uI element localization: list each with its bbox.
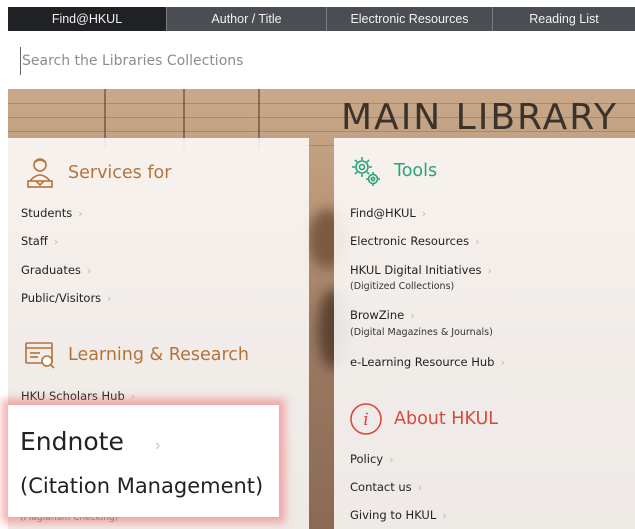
monitor-search-icon [20, 335, 60, 375]
tools-panel: Tools Find@HKUL › Electronic Resources › H… [334, 138, 635, 529]
link-find-hkul[interactable]: Find@HKUL › [350, 206, 426, 220]
search-input[interactable] [20, 47, 604, 75]
endnote-callout[interactable]: Endnote › (Citation Management) [8, 405, 279, 517]
link-staff[interactable]: Staff › [21, 234, 58, 248]
link-browzine[interactable]: BrowZine › [350, 308, 415, 322]
gears-icon [346, 151, 386, 191]
link-e-learning-resource-hub[interactable]: e-Learning Resource Hub › [350, 355, 505, 369]
tools-heading: Tools [346, 151, 437, 191]
tools-heading-label: Tools [394, 161, 438, 181]
about-heading: i About HKUL [346, 399, 498, 439]
learning-heading-label: Learning & Research [68, 345, 250, 365]
main-library-sign: MAIN LIBRARY [341, 97, 618, 138]
browzine-sub: (Digital Magazines & Journals) [350, 327, 493, 338]
chevron-right-icon: › [155, 437, 161, 454]
services-heading-label: Services for [68, 163, 172, 183]
services-heading: Services for [20, 153, 171, 193]
search-bar [8, 31, 635, 90]
digital-initiatives-sub: (Digitized Collections) [350, 281, 455, 292]
link-contact-us[interactable]: Contact us › [350, 480, 422, 494]
about-heading-label: About HKUL [394, 409, 499, 429]
svg-text:i: i [363, 410, 368, 430]
search-tabs: Find@HKUL Author / Title Electronic Reso… [8, 7, 635, 31]
link-electronic-resources[interactable]: Electronic Resources › [350, 234, 479, 248]
tab-find-hkul[interactable]: Find@HKUL [8, 7, 166, 31]
link-policy[interactable]: Policy › [350, 452, 394, 466]
link-public-visitors[interactable]: Public/Visitors › [21, 291, 112, 305]
info-icon: i [346, 399, 386, 439]
tab-reading-list[interactable]: Reading List [492, 7, 635, 31]
endnote-sub: (Citation Management) [20, 474, 264, 498]
page: Find@HKUL Author / Title Electronic Reso… [0, 0, 635, 529]
link-hkul-digital-initiatives[interactable]: HKUL Digital Initiatives › [350, 263, 492, 277]
learning-heading: Learning & Research [20, 335, 249, 375]
librarian-icon [20, 153, 60, 193]
tab-author-title[interactable]: Author / Title [166, 7, 326, 31]
link-graduates[interactable]: Graduates › [21, 263, 91, 277]
endnote-link[interactable]: Endnote [20, 427, 124, 456]
link-hku-scholars-hub[interactable]: HKU Scholars Hub › [21, 389, 135, 403]
link-students[interactable]: Students › [21, 206, 83, 220]
tab-electronic-resources[interactable]: Electronic Resources [326, 7, 492, 31]
link-giving-to-hkul[interactable]: Giving to HKUL › [350, 508, 447, 522]
